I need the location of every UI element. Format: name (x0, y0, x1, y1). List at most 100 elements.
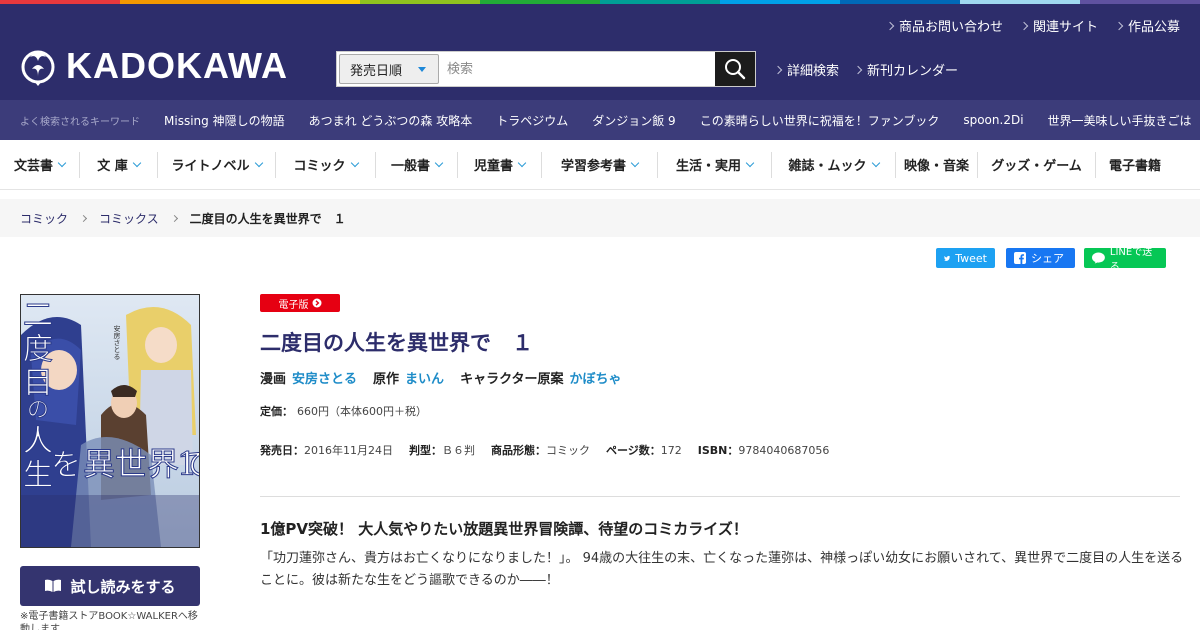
facebook-icon (1014, 252, 1026, 264)
breadcrumb: コミック コミックス 二度目の人生を異世界で １ (0, 199, 1200, 237)
open-book-icon (45, 579, 62, 592)
catch-copy: 1億PV突破！ 大人気やりたい放題異世界冒険譚、待望のコミカライズ！ (260, 520, 748, 538)
chevron-right-icon (79, 214, 88, 222)
section-divider (260, 496, 1180, 497)
breadcrumb-link-comics[interactable]: コミックス (99, 210, 159, 227)
cover-illustration: 二 度 目 の 人 生 を 異世界で 1 安房さとる (21, 295, 199, 547)
book-cover-image: 二 度 目 の 人 生 を 異世界で 1 安房さとる (20, 294, 200, 548)
product-price: 定価： 660円（本体600円＋税） (260, 403, 427, 419)
category-nav-item[interactable]: 一般書 (376, 151, 458, 178)
keyword-link[interactable]: この素晴らしい世界に祝福を！ファンブック (700, 112, 940, 129)
trial-note: ※電子書籍ストアBOOK☆WALKERへ移動します (20, 611, 198, 630)
svg-text:の: の (27, 398, 49, 423)
trial-read-button[interactable]: 試し読みをする (20, 566, 200, 606)
line-icon (1092, 252, 1105, 264)
product-description: 「功刀蓮弥さん、貴方はお亡くなりになりました！」。 94歳の大往生の末、亡くなっ… (260, 551, 1184, 588)
utility-links: 商品お問い合わせ 関連サイト 作品公募 (885, 16, 1180, 35)
dropdown-arrow-icon (418, 66, 427, 72)
breadcrumb-current: 二度目の人生を異世界で １ (189, 211, 346, 226)
svg-text:安房さとる: 安房さとる (113, 324, 121, 360)
chevron-down-icon (434, 158, 444, 167)
site-logo[interactable]: KADOKAWA (20, 45, 288, 87)
credit-name-link[interactable]: かぼちゃ (570, 368, 622, 387)
category-nav-item[interactable]: 文芸書 (0, 151, 80, 178)
twitter-bird-icon (944, 255, 951, 261)
utility-link-related-sites[interactable]: 関連サイト (1019, 16, 1098, 35)
category-nav-item[interactable]: 雑誌・ムック (772, 151, 896, 178)
credit-role: キャラクター原案 (460, 372, 564, 387)
chevron-right-icon (885, 21, 895, 30)
category-nav-item[interactable]: 文 庫 (80, 151, 158, 178)
chevron-right-icon (1019, 21, 1029, 30)
keyword-link[interactable]: Missing 神隠しの物語 (164, 112, 285, 129)
credit-role: 漫画 (260, 372, 287, 387)
chevron-down-icon (254, 158, 263, 167)
category-nav: 文芸書文 庫ライトノベル コミック 一般書 児童書 学習参考書 生活・実用 雑誌・ムック 映像… (0, 140, 1200, 190)
breadcrumb-link-comic[interactable]: コミック (20, 210, 68, 227)
keyword-link[interactable]: spoon.2Di (963, 113, 1023, 127)
spec-item: 判型：Ｂ６判 (409, 444, 475, 457)
search-icon (725, 59, 746, 80)
phoenix-logo-icon (21, 50, 55, 86)
header-links: 詳細検索 新刊カレンダー (773, 60, 958, 79)
chevron-down-icon (871, 158, 880, 167)
svg-text:目: 目 (23, 366, 53, 401)
keyword-link[interactable]: あつまれ どうぶつの森 攻略本 (309, 112, 473, 129)
site-header: 商品お問い合わせ 関連サイト 作品公募 KADOKAWA 発売日順 詳細検索 新… (0, 4, 1200, 100)
spec-item: ページ数：172 (606, 444, 682, 457)
chevron-right-icon (773, 65, 783, 74)
svg-text:度: 度 (23, 332, 53, 367)
popular-keywords-bar: よく検索されるキーワード Missing 神隠しの物語 あつまれ どうぶつの森 … (0, 100, 1200, 140)
keyword-link[interactable]: 世界一美味しい手抜きごは (1048, 112, 1192, 129)
category-nav-item[interactable]: ライトノベル (158, 151, 276, 178)
category-nav-item[interactable]: グッズ・ゲーム (978, 151, 1096, 178)
search-button[interactable] (715, 52, 755, 86)
chevron-down-icon (57, 158, 67, 167)
facebook-share-button[interactable]: シェア (1006, 248, 1075, 268)
logo-wordmark: KADOKAWA (66, 45, 288, 86)
chevron-right-icon (853, 65, 863, 74)
credit-name-link[interactable]: まいん (405, 368, 444, 387)
chevron-down-icon (745, 158, 755, 167)
chevron-right-icon (1114, 21, 1124, 30)
chevron-down-icon (350, 158, 359, 167)
chevron-down-icon (132, 158, 142, 167)
category-nav-item[interactable]: 児童書 (458, 151, 542, 178)
sort-select[interactable]: 発売日順 (339, 54, 439, 84)
arrow-circle-icon (312, 298, 321, 308)
price-value: 660円（本体600円＋税） (297, 405, 427, 418)
svg-text:生: 生 (23, 458, 53, 493)
category-nav-item[interactable]: 学習参考書 (542, 151, 658, 178)
price-label: 定価： (260, 405, 293, 418)
search-bar: 発売日順 (336, 51, 756, 87)
category-nav-item[interactable]: コミック (276, 151, 376, 178)
advanced-search-link[interactable]: 詳細検索 (773, 60, 839, 79)
spec-item: 商品形態：コミック (491, 444, 590, 457)
tweet-button[interactable]: Tweet (936, 248, 995, 268)
line-share-button[interactable]: LINEで送る (1084, 247, 1166, 273)
svg-text:人: 人 (23, 424, 53, 459)
chevron-right-icon (170, 214, 178, 222)
ebook-badge[interactable]: 電子版 (260, 294, 340, 312)
search-input[interactable] (441, 52, 715, 86)
svg-text:二: 二 (23, 298, 53, 333)
svg-text:を: を (51, 448, 81, 483)
spec-item: ISBN：9784040687056 (697, 444, 830, 457)
keyword-link[interactable]: トラペジウム (496, 112, 568, 129)
keyword-link[interactable]: ダンジョン飯 9 (592, 112, 675, 129)
product-specs: 発売日：2016年11月24日 判型：Ｂ６判 商品形態：コミック ページ数：17… (260, 442, 829, 458)
credit-name-link[interactable]: 安房さとる (292, 368, 357, 387)
chevron-down-icon (630, 158, 640, 167)
utility-link-submissions[interactable]: 作品公募 (1114, 16, 1180, 35)
category-nav-item[interactable]: 映像・音楽 (896, 151, 978, 178)
category-nav-item[interactable]: 電子書籍 (1096, 152, 1174, 178)
spec-item: 発売日：2016年11月24日 (260, 444, 393, 457)
utility-link-inquiry[interactable]: 商品お問い合わせ (885, 16, 1003, 35)
credit-role: 原作 (373, 372, 400, 387)
svg-text:1: 1 (177, 445, 197, 483)
product-credits: 漫画 安房さとる 原作 まいん キャラクター原案 かぼちゃ (260, 368, 632, 387)
release-calendar-link[interactable]: 新刊カレンダー (853, 60, 958, 79)
product-title: 二度目の人生を異世界で １ (260, 331, 533, 355)
category-nav-item[interactable]: 生活・実用 (658, 151, 772, 178)
chevron-down-icon (517, 158, 527, 167)
